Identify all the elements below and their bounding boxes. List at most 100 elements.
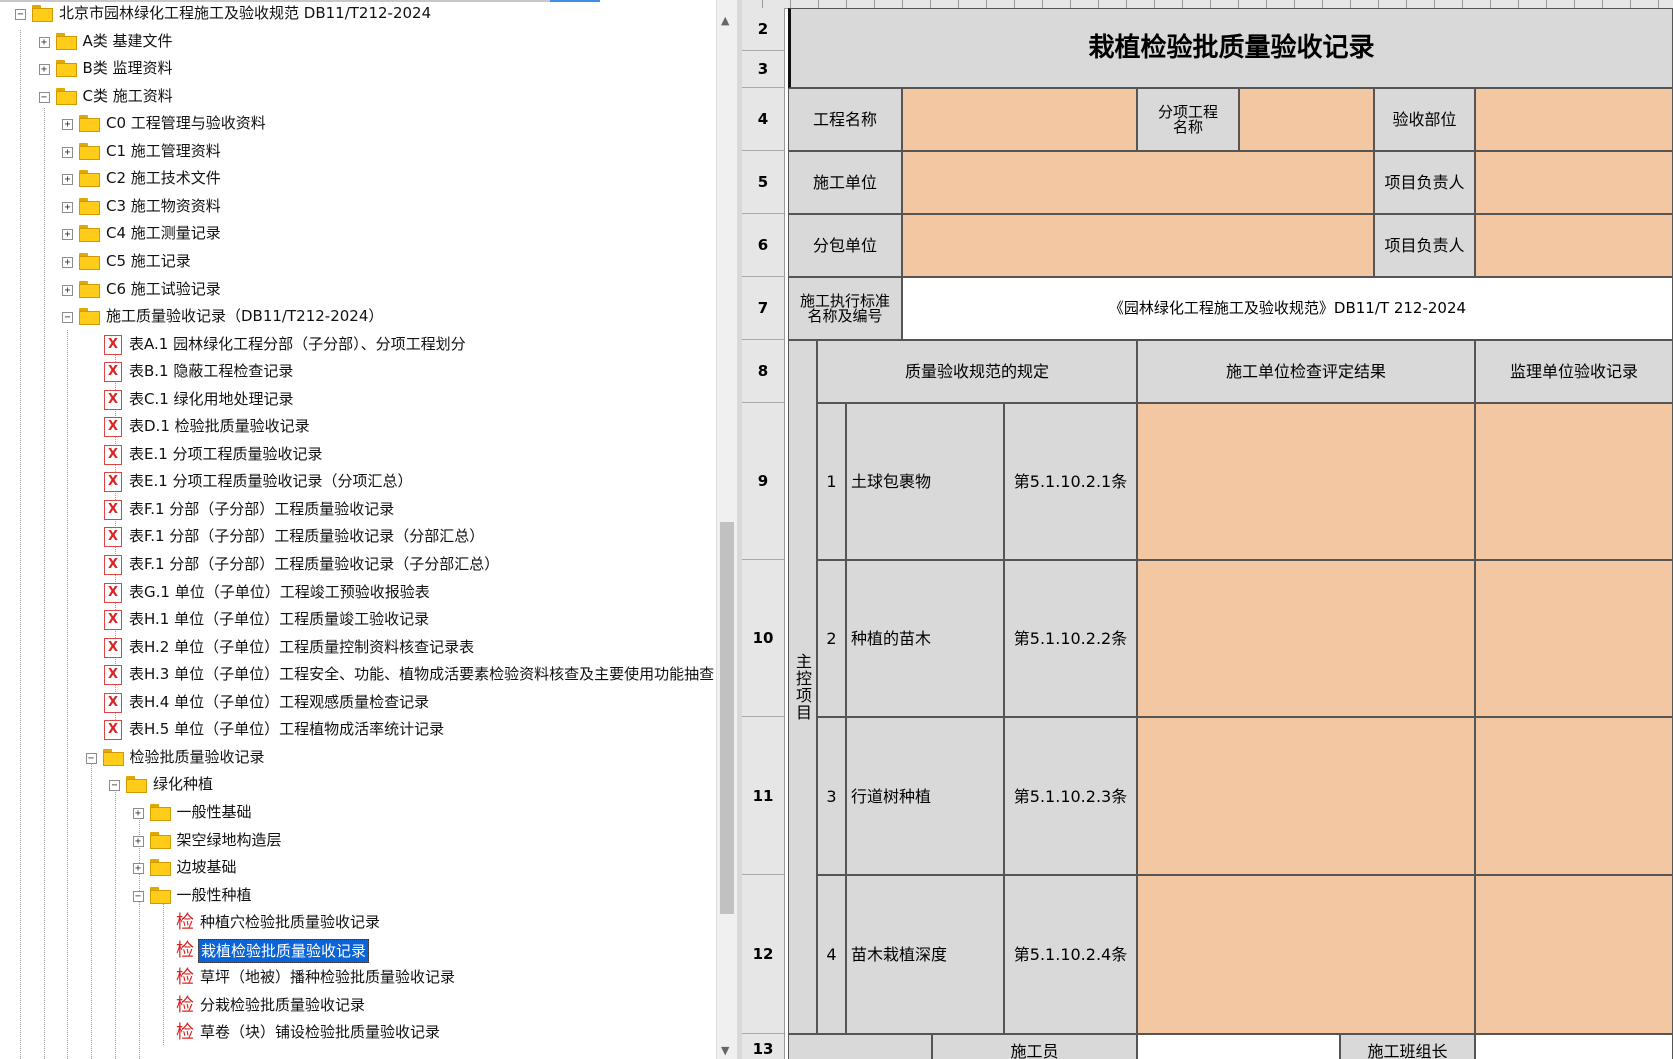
input-construction-result[interactable] [1137,403,1475,560]
expand-icon[interactable]: + [62,119,73,131]
tree-node-label: C0 工程管理与验收资料 [106,114,266,133]
tree-node-14[interactable]: X 表C.1 绿化用地处理记录 [0,386,715,413]
row-number[interactable]: 6 [742,214,784,277]
expand-icon[interactable]: + [132,807,144,819]
tree-node-28[interactable]: − 绿化种植 [0,771,715,798]
scrollbar-thumb[interactable] [720,522,734,914]
tree-node-30[interactable]: + 架空绿地构造层 [0,827,715,854]
tree-node-6[interactable]: + C2 施工技术文件 [0,165,715,192]
tree-node-label: 架空绿地构造层 [176,830,282,849]
folder-icon [55,59,78,78]
row-number[interactable]: 5 [742,151,784,214]
input-supervision-record[interactable] [1475,875,1673,1034]
row-number[interactable]: 11 [742,717,784,875]
row-number[interactable]: 8 [742,340,784,403]
collapse-icon[interactable]: − [85,752,97,764]
tree-node-label: 一般性基础 [176,802,252,821]
input-inspection-part[interactable] [1475,88,1673,151]
label-project-name: 工程名称 [788,88,902,151]
tree-node-2[interactable]: + B类 监理资料 [0,55,715,82]
expand-icon[interactable]: + [62,201,73,213]
tree-node-21[interactable]: X 表G.1 单位（子单位）工程竣工预验收报验表 [0,579,715,606]
tree-node-8[interactable]: + C4 施工测量记录 [0,220,715,247]
tree-node-18[interactable]: X 表F.1 分部（子分部）工程质量验收记录 [0,496,715,523]
expand-icon[interactable]: + [62,146,73,158]
tree-node-15[interactable]: X 表D.1 检验批质量验收记录 [0,413,715,440]
expand-icon[interactable]: + [62,256,73,268]
tree-scrollbar[interactable]: ▲ ▼ [716,0,737,1059]
tree-node-35[interactable]: 检草坪（地被）播种检验批质量验收记录 [0,964,715,991]
tree-node-17[interactable]: X 表E.1 分项工程质量验收记录（分项汇总） [0,468,715,495]
tree-node-34[interactable]: 检栽植检验批质量验收记录 [0,937,715,964]
tree-node-36[interactable]: 检分栽检验批质量验收记录 [0,992,715,1019]
expand-icon[interactable]: + [62,174,73,186]
input-supervision-record[interactable] [1475,717,1673,875]
tree-node-13[interactable]: X 表B.1 隐蔽工程检查记录 [0,358,715,385]
tree-node-1[interactable]: + A类 基建文件 [0,28,715,55]
folder-icon [79,280,101,299]
tree-node-label: 表H.3 单位（子单位）工程安全、功能、植物成活要素检验资料核查及主要使用功能抽… [129,665,715,684]
tree-node-29[interactable]: + 一般性基础 [0,799,715,826]
tree-node-25[interactable]: X 表H.4 单位（子单位）工程观感质量检查记录 [0,689,715,716]
row-number[interactable]: 10 [742,560,784,717]
input-team-leader[interactable] [1475,1034,1673,1059]
collapse-icon[interactable]: − [109,780,120,792]
excel-file-icon: X [104,362,126,383]
input-construction-result[interactable] [1137,560,1475,717]
expand-icon[interactable]: + [38,36,50,48]
collapse-icon[interactable]: − [38,91,50,103]
expand-icon[interactable]: + [132,835,144,847]
row-number[interactable]: 7 [742,277,784,340]
row-number[interactable]: 13 [742,1034,784,1059]
tree-node-10[interactable]: + C6 施工试验记录 [0,276,715,303]
tree-node-19[interactable]: X 表F.1 分部（子分部）工程质量验收记录（分部汇总） [0,523,715,550]
row-number[interactable]: 12 [742,875,784,1034]
tree-node-31[interactable]: + 边坡基础 [0,854,715,881]
item-clause: 第5.1.10.2.2条 [1004,560,1137,717]
tree-node-9[interactable]: + C5 施工记录 [0,248,715,275]
standard-value[interactable]: 《园林绿化工程施工及验收规范》DB11/T 212-2024 [902,277,1673,340]
tree-node-27[interactable]: − 检验批质量验收记录 [0,744,715,771]
input-construction-unit[interactable] [902,151,1374,214]
tree-node-3[interactable]: − C类 施工资料 [0,83,715,110]
input-project-manager[interactable] [1475,151,1673,214]
collapse-icon[interactable]: − [15,9,26,20]
input-supervision-record[interactable] [1475,560,1673,717]
expand-icon[interactable]: + [38,64,50,76]
input-constructor[interactable] [1137,1034,1340,1059]
tree-node-22[interactable]: X 表H.1 单位（子单位）工程质量竣工验收记录 [0,606,715,633]
excel-file-icon: X [104,499,126,520]
collapse-icon[interactable]: − [132,890,144,902]
input-subcontract-unit[interactable] [902,214,1374,277]
input-project-name[interactable] [902,88,1137,151]
tree-node-32[interactable]: − 一般性种植 [0,882,715,909]
input-supervision-record[interactable] [1475,403,1673,560]
row-number[interactable]: 4 [742,88,784,151]
expand-icon[interactable]: + [62,229,73,241]
input-subcontract-manager[interactable] [1475,214,1673,277]
row-number[interactable]: 2 [742,8,784,51]
input-construction-result[interactable] [1137,875,1475,1034]
expand-icon[interactable]: + [62,284,73,296]
input-construction-result[interactable] [1137,717,1475,875]
tree-node-37[interactable]: 检草卷（块）铺设检验批质量验收记录 [0,1019,715,1046]
input-sub-project-name[interactable] [1239,88,1374,151]
tree-node-12[interactable]: X 表A.1 园林绿化工程分部（子分部）、分项工程划分 [0,331,715,358]
tree-node-11[interactable]: − 施工质量验收记录（DB11/T212-2024） [0,303,715,330]
tree-node-7[interactable]: + C3 施工物资资料 [0,193,715,220]
tree-node-5[interactable]: + C1 施工管理资料 [0,138,715,165]
tree-node-16[interactable]: X 表E.1 分项工程质量验收记录 [0,441,715,468]
tree-root[interactable]: − 北京市园林绿化工程施工及验收规范 DB11/T212-2024 [0,0,715,27]
collapse-icon[interactable]: − [62,312,73,324]
tree-node-26[interactable]: X 表H.5 单位（子单位）工程植物成活率统计记录 [0,716,715,743]
tree-node-24[interactable]: X 表H.3 单位（子单位）工程安全、功能、植物成活要素检验资料核查及主要使用功能… [0,661,715,688]
tree-node-23[interactable]: X 表H.2 单位（子单位）工程质量控制资料核查记录表 [0,634,715,661]
expand-icon[interactable]: + [132,863,144,875]
scroll-down-icon[interactable]: ▼ [721,1044,729,1057]
row-number[interactable]: 3 [742,51,784,88]
tree-node-33[interactable]: 检种植穴检验批质量验收记录 [0,909,715,936]
row-number[interactable]: 9 [742,403,784,560]
tree-node-4[interactable]: + C0 工程管理与验收资料 [0,110,715,137]
scroll-up-icon[interactable]: ▲ [721,14,729,27]
tree-node-20[interactable]: X 表F.1 分部（子分部）工程质量验收记录（子分部汇总） [0,551,715,578]
